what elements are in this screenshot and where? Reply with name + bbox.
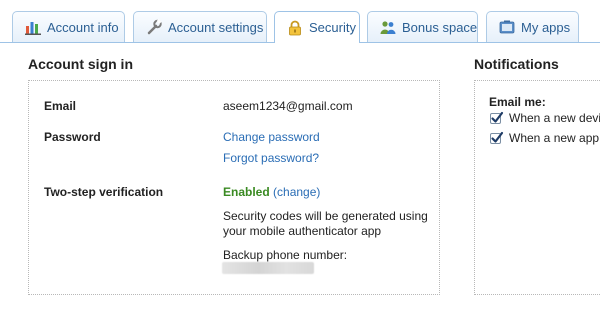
apps-box-icon xyxy=(499,19,515,35)
new-app-label: When a new app xyxy=(509,131,600,145)
padlock-icon xyxy=(287,20,303,36)
security-codes-line-1: Security codes will be generated using xyxy=(223,209,428,223)
tab-bonus-space[interactable]: Bonus space xyxy=(367,11,478,42)
email-me-label: Email me: xyxy=(489,95,546,109)
email-value: aseem1234@gmail.com xyxy=(223,99,353,113)
redacted-phone-number xyxy=(222,262,314,274)
checkmark-icon xyxy=(491,131,504,143)
tab-label: Account info xyxy=(47,19,119,35)
users-icon xyxy=(380,19,396,35)
wrench-icon xyxy=(146,19,162,35)
two-step-status: Enabled xyxy=(223,185,270,199)
new-device-checkbox[interactable] xyxy=(490,111,504,124)
notify-new-app-row[interactable]: When a new app xyxy=(490,131,599,145)
security-codes-line-2: your mobile authenticator app xyxy=(223,224,382,238)
new-app-checkbox[interactable] xyxy=(490,131,504,144)
notify-new-device-row[interactable]: When a new devi xyxy=(490,111,600,125)
account-signin-title: Account sign in xyxy=(28,56,133,72)
tab-label: Security xyxy=(309,20,356,35)
bar-chart-icon xyxy=(25,19,41,35)
checkmark-icon xyxy=(491,111,504,123)
tab-my-apps[interactable]: My apps xyxy=(486,11,579,42)
backup-phone-label: Backup phone number: xyxy=(223,248,348,262)
email-label: Email xyxy=(44,99,77,113)
tab-label: My apps xyxy=(521,19,571,35)
new-device-label: When a new devi xyxy=(509,111,600,125)
tab-label: Account settings xyxy=(168,19,264,35)
notifications-title: Notifications xyxy=(474,56,559,72)
forgot-password-link[interactable]: Forgot password? xyxy=(223,151,319,165)
tab-label: Bonus space xyxy=(402,19,478,35)
tab-security[interactable]: Security xyxy=(274,11,360,43)
tab-account-settings[interactable]: Account settings xyxy=(133,11,267,42)
tab-account-info[interactable]: Account info xyxy=(12,11,125,42)
two-step-status-row: Enabled (change) xyxy=(223,185,320,199)
settings-tab-bar: Account info Account settings Security B… xyxy=(0,0,600,43)
two-step-label: Two-step verification xyxy=(44,185,164,199)
password-label: Password xyxy=(44,130,101,144)
change-password-link[interactable]: Change password xyxy=(223,130,320,144)
two-step-change-link[interactable]: (change) xyxy=(273,185,320,199)
